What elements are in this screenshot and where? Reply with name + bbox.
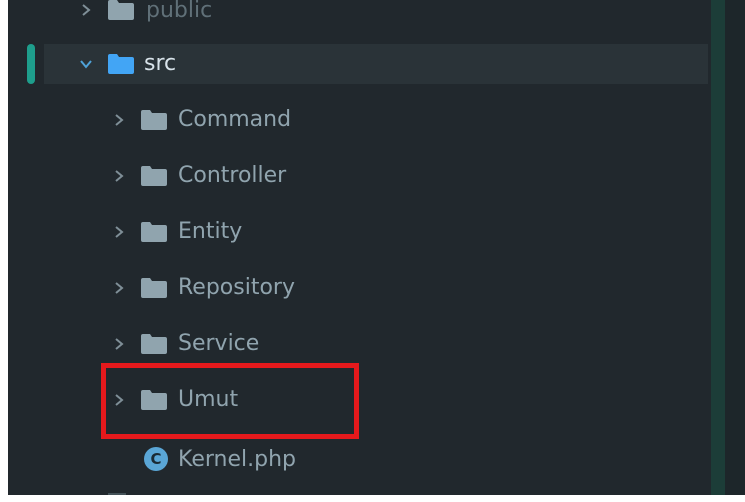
tree-item-repository[interactable]: Repository (8, 268, 708, 308)
project-tree: public src Command Controller Entity Rep… (8, 0, 745, 495)
tree-item-label: Repository (178, 275, 295, 300)
folder-icon (141, 390, 167, 410)
tree-item-label: Entity (178, 219, 243, 244)
folder-icon (141, 222, 167, 242)
folder-icon (108, 0, 134, 20)
tree-item-public[interactable]: public (8, 0, 708, 30)
tree-item-label: Umut (178, 387, 239, 412)
selection-marker (27, 44, 35, 84)
tree-item-label: Controller (178, 163, 287, 188)
folder-icon (141, 166, 167, 186)
source-folder-icon (108, 54, 134, 74)
tree-item-service[interactable]: Service (8, 324, 708, 364)
chevron-right-icon[interactable] (111, 168, 127, 184)
chevron-down-icon[interactable] (78, 56, 94, 72)
tree-item-command[interactable]: Command (8, 100, 708, 140)
project-tree-panel: public src Command Controller Entity Rep… (8, 0, 745, 495)
tree-item-controller[interactable]: Controller (8, 156, 708, 196)
panel-edge (725, 0, 745, 495)
folder-icon (141, 278, 167, 298)
folder-icon (141, 334, 167, 354)
next-item-partial (108, 493, 126, 495)
chevron-right-icon[interactable] (111, 280, 127, 296)
vertical-scrollbar[interactable] (711, 0, 725, 495)
chevron-right-icon[interactable] (111, 336, 127, 352)
php-class-icon: C (144, 447, 168, 471)
chevron-right-icon[interactable] (111, 392, 127, 408)
tree-item-label: Kernel.php (178, 447, 296, 472)
tree-item-label: public (146, 0, 213, 23)
tree-item-label: src (144, 51, 177, 76)
tree-item-src[interactable]: src (44, 44, 708, 84)
tree-item-label: Service (178, 331, 260, 356)
tree-item-umut[interactable]: Umut (8, 380, 708, 420)
folder-icon (141, 110, 167, 130)
tree-item-kernel-php[interactable]: Kernel.php (8, 439, 708, 479)
chevron-right-icon[interactable] (78, 2, 94, 18)
tree-item-label: Command (178, 107, 292, 132)
tree-item-entity[interactable]: Entity (8, 212, 708, 252)
chevron-right-icon[interactable] (111, 224, 127, 240)
chevron-right-icon[interactable] (111, 112, 127, 128)
